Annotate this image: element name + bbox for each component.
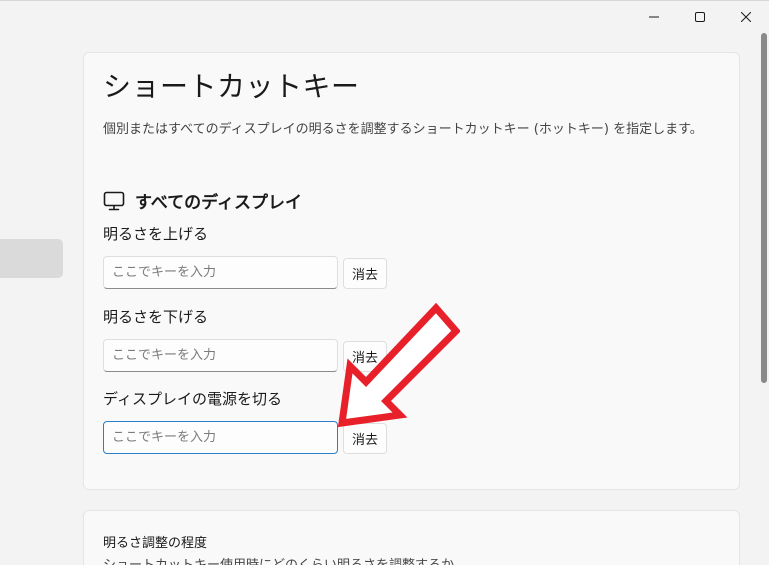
section-header: すべてのディスプレイ bbox=[103, 188, 302, 213]
brightness-up-clear-button[interactable]: 消去 bbox=[343, 258, 387, 289]
minimize-icon bbox=[649, 16, 659, 18]
brightness-down-label: 明るさを下げる bbox=[103, 308, 209, 326]
section-title: すべてのディスプレイ bbox=[135, 193, 302, 213]
maximize-button[interactable] bbox=[677, 1, 723, 33]
brightness-down-clear-button[interactable]: 消去 bbox=[343, 341, 387, 372]
maximize-icon bbox=[695, 12, 705, 22]
display-off-input[interactable] bbox=[103, 421, 338, 454]
display-off-label: ディスプレイの電源を切る bbox=[103, 390, 282, 408]
brightness-up-input[interactable] bbox=[103, 256, 338, 289]
adjustment-heading: 明るさ調整の程度 bbox=[103, 536, 208, 551]
page-title: ショートカットキー bbox=[103, 70, 360, 103]
adjustment-subtext: ショートカットキー使用時にどのくらい明るさを調整するか。 bbox=[103, 554, 467, 565]
brightness-down-input[interactable] bbox=[103, 339, 338, 372]
minimize-button[interactable] bbox=[631, 1, 677, 33]
adjustment-card: 明るさ調整の程度 ショートカットキー使用時にどのくらい明るさを調整するか。 bbox=[83, 510, 740, 565]
scrollbar[interactable] bbox=[761, 33, 767, 383]
app-window: ショートカットキー 個別またはすべてのディスプレイの明るさを調整するショートカッ… bbox=[0, 0, 769, 565]
sidebar-item-selected[interactable] bbox=[0, 239, 63, 278]
monitor-icon bbox=[103, 191, 125, 210]
caption-buttons bbox=[631, 1, 769, 33]
close-icon bbox=[741, 12, 751, 22]
brightness-up-label: 明るさを上げる bbox=[103, 225, 209, 243]
display-off-clear-button[interactable]: 消去 bbox=[343, 423, 387, 454]
page-description: 個別またはすべてのディスプレイの明るさを調整するショートカットキー (ホットキー… bbox=[103, 122, 703, 137]
close-button[interactable] bbox=[723, 1, 769, 33]
